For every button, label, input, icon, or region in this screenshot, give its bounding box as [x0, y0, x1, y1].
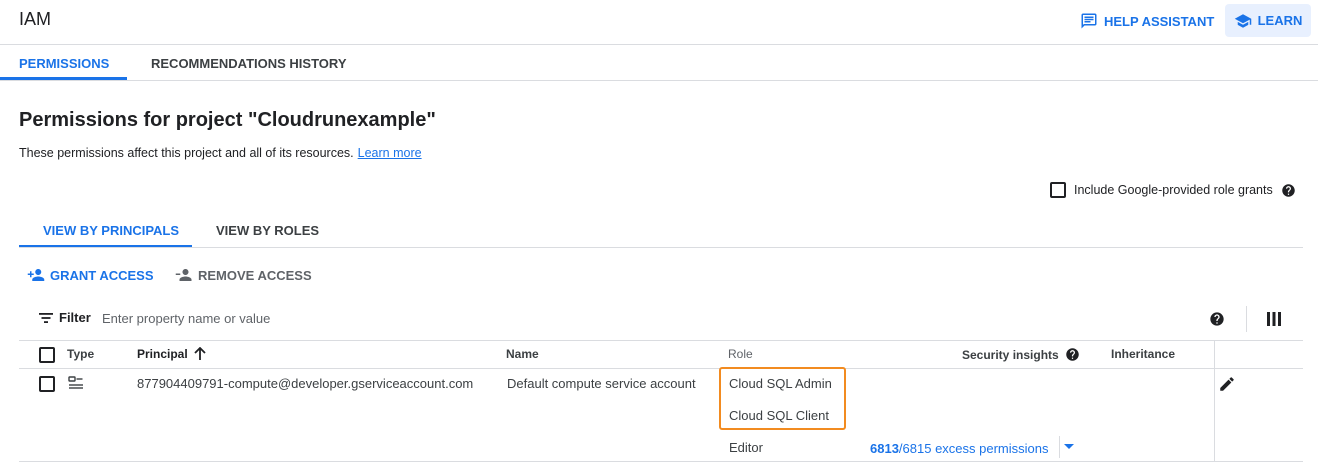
view-tabs-divider: [19, 247, 1303, 248]
table-header-divider: [19, 368, 1303, 369]
principal-cell: 877904409791-compute@developer.gservicea…: [137, 376, 474, 391]
learn-more-link[interactable]: Learn more: [358, 146, 422, 160]
column-header-inheritance: Inheritance: [1111, 347, 1176, 361]
filter-input[interactable]: [96, 306, 696, 330]
column-header-principal[interactable]: Principal: [137, 347, 206, 361]
column-header-role: Role: [728, 347, 753, 361]
filter-icon: [39, 312, 53, 324]
tab-view-by-principals[interactable]: VIEW BY PRINCIPALS: [43, 223, 179, 238]
help-icon[interactable]: [1209, 311, 1225, 327]
description-text: These permissions affect this project an…: [19, 146, 354, 160]
tab-view-by-roles[interactable]: VIEW BY ROLES: [216, 223, 319, 238]
app-title: IAM: [19, 9, 52, 29]
remove-access-button[interactable]: REMOVE ACCESS: [175, 266, 312, 284]
arrow-up-icon: [194, 347, 206, 361]
name-cell: Default compute service account: [507, 376, 696, 391]
excess-permissions-text: /6815 excess permissions: [898, 441, 1049, 456]
pencil-icon[interactable]: [1218, 375, 1236, 393]
role-item: Editor: [729, 440, 763, 455]
include-google-roles-option: Include Google-provided role grants: [1050, 182, 1296, 198]
toolbar-divider: [1246, 306, 1247, 332]
service-account-icon: [68, 376, 84, 390]
help-assistant-label: HELP ASSISTANT: [1104, 13, 1215, 29]
page-description: These permissions affect this project an…: [19, 146, 422, 160]
help-icon[interactable]: [1281, 183, 1296, 198]
person-remove-icon: [175, 266, 193, 284]
grant-access-button[interactable]: GRANT ACCESS: [27, 266, 154, 284]
chat-icon: [1080, 12, 1098, 30]
grant-access-label: GRANT ACCESS: [50, 267, 154, 283]
table-border: [19, 340, 1303, 341]
page-title: Permissions for project "Cloudrunexample…: [19, 109, 436, 131]
role-item: Cloud SQL Admin: [729, 376, 832, 391]
filter-button[interactable]: Filter: [39, 310, 91, 325]
person-add-icon: [27, 266, 45, 284]
include-google-roles-label: Include Google-provided role grants: [1074, 183, 1273, 197]
columns-icon[interactable]: [1267, 312, 1281, 326]
tab-permissions[interactable]: PERMISSIONS: [19, 56, 109, 71]
row-checkbox[interactable]: [39, 376, 55, 392]
tab-recommendations-history[interactable]: RECOMMENDATIONS HISTORY: [151, 56, 347, 71]
header-divider: [0, 44, 1318, 45]
learn-label: LEARN: [1257, 13, 1303, 28]
insight-divider: [1059, 436, 1060, 458]
column-header-security-insights: Security insights: [962, 347, 1080, 362]
school-cap-icon: [1234, 12, 1252, 30]
column-header-principal-label: Principal: [137, 347, 188, 361]
remove-access-label: REMOVE ACCESS: [198, 267, 312, 283]
role-item: Cloud SQL Client: [729, 408, 829, 423]
select-all-checkbox[interactable]: [39, 347, 55, 363]
dropdown-arrow-icon[interactable]: [1064, 444, 1074, 450]
include-google-roles-checkbox[interactable]: [1050, 182, 1066, 198]
help-icon[interactable]: [1065, 347, 1080, 362]
help-assistant-button[interactable]: HELP ASSISTANT: [1072, 6, 1222, 36]
security-insights-label: Security insights: [962, 347, 1059, 362]
column-header-name[interactable]: Name: [506, 347, 539, 361]
tabs-divider: [0, 80, 1318, 81]
table-column-divider: [1214, 341, 1215, 461]
column-header-type[interactable]: Type: [67, 347, 94, 361]
excess-permissions-count: 6813: [870, 441, 899, 456]
learn-button[interactable]: LEARN: [1225, 4, 1311, 37]
excess-permissions-link[interactable]: 6813/6815 excess permissions: [870, 441, 1049, 456]
filter-label: Filter: [59, 310, 91, 325]
